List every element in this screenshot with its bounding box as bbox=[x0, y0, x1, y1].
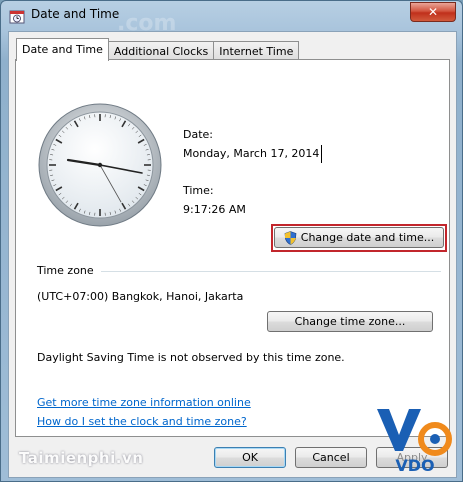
tab-internet-time[interactable]: Internet Time bbox=[213, 41, 300, 61]
time-zone-heading: Time zone bbox=[37, 264, 94, 277]
dst-note: Daylight Saving Time is not observed by … bbox=[37, 351, 345, 364]
time-zone-value: (UTC+07:00) Bangkok, Hanoi, Jakarta bbox=[37, 290, 244, 303]
uac-shield-icon bbox=[284, 230, 297, 245]
window-title: Date and Time bbox=[31, 7, 120, 21]
tab-strip: Date and Time Additional Clocks Internet… bbox=[16, 38, 300, 61]
title-bar: Date and Time .com ✕ bbox=[1, 1, 462, 36]
ok-button[interactable]: OK bbox=[214, 447, 286, 468]
time-value: 9:17:26 AM bbox=[183, 203, 246, 216]
date-and-time-window: Date and Time .com ✕ Date and Time Addit… bbox=[0, 0, 463, 482]
ok-label: OK bbox=[242, 451, 258, 464]
cancel-button[interactable]: Cancel bbox=[295, 447, 367, 468]
time-zone-info-link[interactable]: Get more time zone information online bbox=[37, 396, 251, 409]
date-label: Date: bbox=[183, 128, 213, 141]
change-time-zone-button[interactable]: Change time zone... bbox=[267, 311, 433, 332]
site-watermark: Taimienphi.vn bbox=[19, 449, 144, 467]
analog-clock bbox=[38, 103, 162, 227]
tab-additional-clocks[interactable]: Additional Clocks bbox=[107, 41, 215, 61]
change-date-and-time-button[interactable]: Change date and time... bbox=[274, 227, 444, 248]
time-label: Time: bbox=[183, 184, 214, 197]
change-time-zone-label: Change time zone... bbox=[294, 315, 406, 328]
date-value: Monday, March 17, 2014 bbox=[183, 145, 323, 163]
clock-help-link[interactable]: How do I set the clock and time zone? bbox=[37, 415, 247, 428]
change-date-and-time-label: Change date and time... bbox=[300, 231, 435, 244]
vdo-logo-text: VDO bbox=[395, 456, 434, 475]
clock-calendar-icon bbox=[9, 10, 25, 24]
cancel-label: Cancel bbox=[312, 451, 350, 464]
close-button[interactable]: ✕ bbox=[410, 2, 456, 22]
tab-date-and-time[interactable]: Date and Time bbox=[16, 38, 109, 61]
vdo-logo: VDO bbox=[377, 409, 452, 475]
time-zone-divider bbox=[101, 271, 441, 272]
close-icon: ✕ bbox=[427, 5, 439, 19]
tab-page: Date: Monday, March 17, 2014 Time: 9:17:… bbox=[15, 59, 450, 437]
